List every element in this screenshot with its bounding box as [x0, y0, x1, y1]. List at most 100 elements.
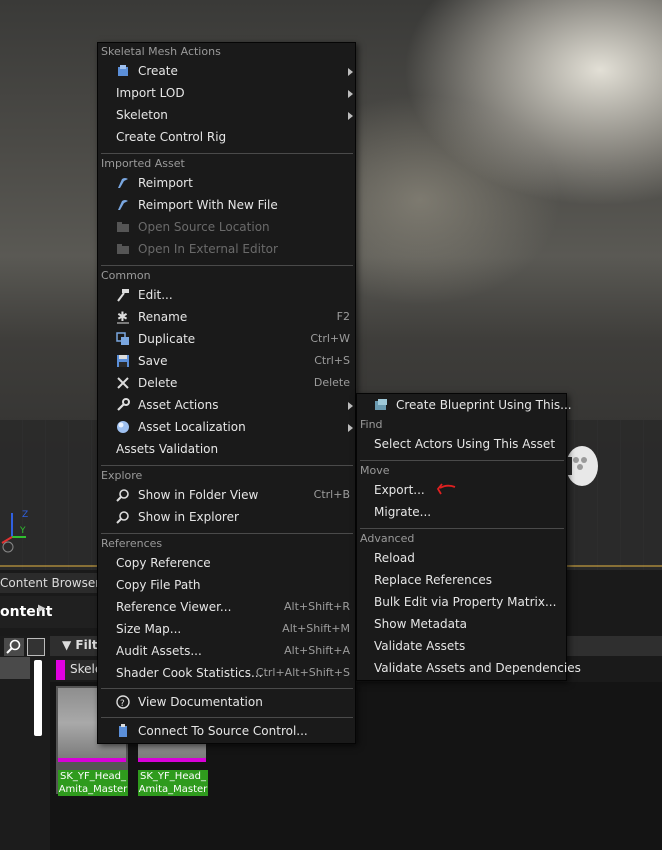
- menu-item-label: Reimport With New File: [138, 198, 278, 212]
- submenu-item-migrate[interactable]: Migrate...: [374, 501, 564, 523]
- menu-item-label: Size Map...: [116, 622, 182, 636]
- section-advanced: Advanced: [360, 532, 415, 545]
- magnifier-icon: [116, 489, 129, 502]
- menu-item-label: Import LOD: [116, 86, 185, 100]
- edit-hammer-icon: [117, 289, 129, 302]
- menu-item-label: Asset Actions: [138, 398, 219, 412]
- svg-text:?: ?: [120, 699, 125, 709]
- search-icon[interactable]: [4, 638, 24, 656]
- path-chevron-icon[interactable]: ▶: [38, 603, 46, 614]
- menu-item-assets-validation[interactable]: Assets Validation: [116, 438, 352, 460]
- svg-text:✱: ✱: [117, 310, 128, 324]
- menu-item-label: Open Source Location: [138, 220, 270, 234]
- menu-separator: [360, 460, 564, 461]
- shortcut-rename: F2: [336, 310, 350, 323]
- menu-item-label: Assets Validation: [116, 442, 219, 456]
- submenu-item-show-metadata[interactable]: Show Metadata: [374, 613, 564, 635]
- menu-item-asset-localization[interactable]: Asset Localization: [116, 416, 352, 438]
- menu-item-label: Audit Assets...: [116, 644, 202, 658]
- submenu-arrow-icon: [348, 424, 353, 432]
- submenu-arrow-icon: [348, 90, 353, 98]
- menu-item-open-source-location: Open Source Location: [116, 216, 352, 238]
- menu-item-copy-reference[interactable]: Copy Reference: [116, 552, 352, 574]
- menu-item-import-lod[interactable]: Import LOD: [116, 82, 352, 104]
- menu-item-show-in-explorer[interactable]: Show in Explorer: [116, 506, 352, 528]
- menu-item-copy-file-path[interactable]: Copy File Path: [116, 574, 352, 596]
- menu-separator: [101, 465, 353, 466]
- menu-item-label: Open In External Editor: [138, 242, 278, 256]
- delete-x-icon: [117, 377, 129, 389]
- menu-item-edit[interactable]: Edit...: [116, 284, 352, 306]
- menu-item-label: Connect To Source Control...: [138, 724, 308, 738]
- content-browser-path[interactable]: ontent: [0, 596, 100, 628]
- sources-scrollbar[interactable]: [34, 660, 42, 736]
- shortcut-save: Ctrl+S: [314, 354, 350, 367]
- asset-actions-submenu: Create Blueprint Using This... Find Sele…: [356, 393, 581, 681]
- content-browser-tab[interactable]: Content Browser 2: [0, 573, 100, 593]
- section-skeletal-mesh-actions: Skeletal Mesh Actions: [101, 45, 221, 58]
- filters-button[interactable]: ▼ Filters: [62, 638, 102, 652]
- svg-text:Z: Z: [22, 510, 28, 520]
- submenu-arrow-icon: [348, 68, 353, 76]
- sources-search-field[interactable]: [0, 657, 30, 679]
- shortcut-size-map: Alt+Shift+M: [282, 622, 350, 635]
- menu-item-label: Migrate...: [374, 505, 432, 519]
- shortcut-reference-viewer: Alt+Shift+R: [284, 600, 350, 613]
- menu-item-label: Copy File Path: [116, 578, 201, 592]
- submenu-arrow-icon: [348, 402, 353, 410]
- menu-item-label: Show in Folder View: [138, 488, 259, 502]
- submenu-item-reload[interactable]: Reload: [374, 547, 564, 569]
- submenu-item-replace-references[interactable]: Replace References: [374, 569, 564, 591]
- submenu-item-validate-assets[interactable]: Validate Assets: [374, 635, 564, 657]
- shortcut-duplicate: Ctrl+W: [310, 332, 350, 345]
- menu-item-connect-source-control[interactable]: Connect To Source Control...: [116, 720, 352, 742]
- menu-item-label: Create Control Rig: [116, 130, 227, 144]
- menu-item-reimport-new-file[interactable]: Reimport With New File: [116, 194, 352, 216]
- asset-type-stripe: [138, 758, 206, 762]
- menu-item-label: Reference Viewer...: [116, 600, 232, 614]
- section-references: References: [101, 537, 163, 550]
- menu-item-label: Rename: [138, 310, 188, 324]
- svg-text:Y: Y: [19, 526, 26, 536]
- menu-item-label: Shader Cook Statistics...: [116, 666, 263, 680]
- reimport-icon: [118, 178, 128, 188]
- content-browser-tab-label: Content Browser 2: [0, 576, 100, 590]
- submenu-item-select-actors[interactable]: Select Actors Using This Asset: [374, 433, 564, 455]
- section-move: Move: [360, 464, 390, 477]
- section-common: Common: [101, 269, 151, 282]
- menu-item-label: Bulk Edit via Property Matrix...: [374, 595, 557, 609]
- submenu-item-export[interactable]: Export...: [374, 479, 564, 501]
- reimport-icon: [118, 200, 128, 210]
- submenu-item-create-blueprint[interactable]: Create Blueprint Using This...: [374, 394, 572, 416]
- menu-separator: [360, 528, 564, 529]
- create-icon: [118, 65, 128, 76]
- menu-item-asset-actions[interactable]: Asset Actions: [116, 394, 352, 416]
- list-view-icon[interactable]: [27, 638, 45, 656]
- menu-item-label: Validate Assets: [374, 639, 466, 653]
- submenu-item-bulk-edit[interactable]: Bulk Edit via Property Matrix...: [374, 591, 564, 613]
- folder-icon: [117, 222, 129, 232]
- menu-item-open-external-editor: Open In External Editor: [116, 238, 352, 260]
- menu-item-label: Show in Explorer: [138, 510, 239, 524]
- menu-item-label: Create Blueprint Using This...: [396, 398, 572, 412]
- menu-item-label: Create: [138, 64, 178, 78]
- globe-icon: [117, 421, 129, 433]
- blueprint-icon: [375, 399, 387, 410]
- axis-gizmo-icon: Z Y: [1, 510, 28, 553]
- menu-item-label: Validate Assets and Dependencies: [374, 661, 581, 675]
- menu-item-reimport[interactable]: Reimport: [116, 172, 352, 194]
- menu-item-view-documentation[interactable]: ? View Documentation: [116, 691, 352, 713]
- rename-icon: ✱: [117, 310, 129, 324]
- submenu-item-validate-dependencies[interactable]: Validate Assets and Dependencies: [374, 657, 581, 679]
- asset-type-stripe: [58, 758, 126, 762]
- shortcut-shader-cook-stats: Ctrl+Alt+Shift+S: [255, 666, 350, 679]
- menu-item-label: Delete: [138, 376, 178, 390]
- asset-context-menu: Skeletal Mesh Actions Create Import LOD …: [97, 42, 356, 744]
- menu-item-create[interactable]: Create: [116, 60, 352, 82]
- menu-item-label: Skeleton: [116, 108, 168, 122]
- menu-item-create-control-rig[interactable]: Create Control Rig: [116, 126, 352, 148]
- menu-item-label: Export...: [374, 483, 425, 497]
- wrench-icon: [117, 398, 130, 411]
- menu-item-skeleton[interactable]: Skeleton: [116, 104, 352, 126]
- section-imported-asset: Imported Asset: [101, 157, 185, 170]
